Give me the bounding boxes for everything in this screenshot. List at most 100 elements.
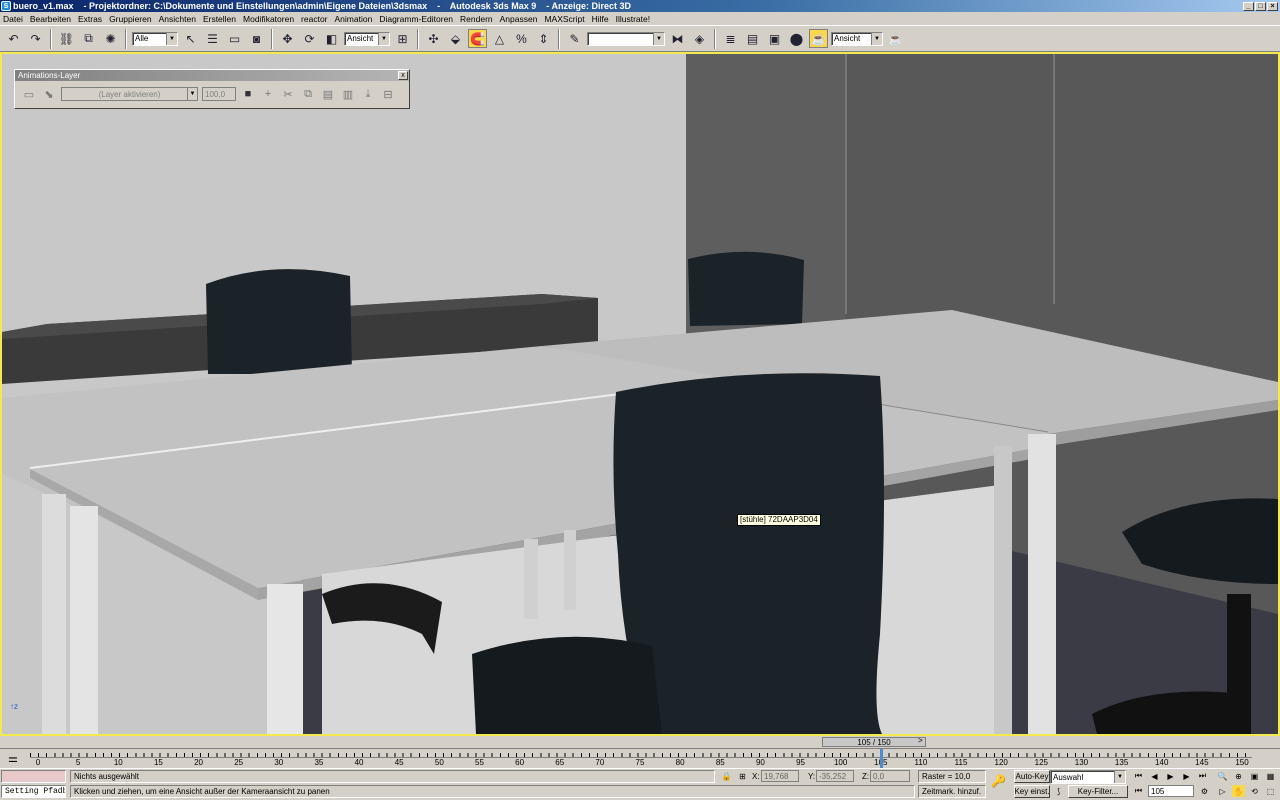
app-3ds-max-icon[interactable]: S [1,1,11,11]
named-selection-dropdown[interactable]: ▼ [587,31,665,46]
select-active-layer-icon[interactable]: ⬊ [41,86,57,102]
disable-layers-icon[interactable]: ⊟ [380,86,396,102]
menu-erstellen[interactable]: Erstellen [203,14,236,24]
menu-bearbeiten[interactable]: Bearbeiten [30,14,71,24]
current-frame-field[interactable]: 105 [1148,785,1194,797]
maxscript-listener-mini[interactable] [1,770,66,783]
render-scene-icon[interactable]: ☕ [809,29,828,48]
layer-weight-spinner[interactable]: 100,0 [202,87,236,101]
menu-rendern[interactable]: Rendern [460,14,493,24]
schematic-view-icon[interactable]: ▣ [765,29,784,48]
select-by-name-icon[interactable]: ☰ [203,29,222,48]
rotate-icon[interactable]: ⟳ [300,29,319,48]
collapse-layer-icon[interactable]: ⤓ [360,86,376,102]
enable-layers-icon[interactable]: ▭ [21,86,37,102]
pan-view-icon[interactable]: ✋ [1232,785,1245,797]
zoom-all-icon[interactable]: ⊕ [1232,770,1245,782]
spinner-snap-icon[interactable]: ⇕ [534,29,553,48]
curve-editor-icon[interactable]: ▤ [743,29,762,48]
x-coordinate-field[interactable]: 19,768 [761,770,799,782]
previous-frame-icon[interactable]: ◀ [1148,770,1161,782]
copy-layer-icon[interactable]: ⧉ [300,86,316,102]
rect-selection-icon[interactable]: ▭ [225,29,244,48]
paste-active-icon[interactable]: ▤ [320,86,336,102]
animation-layer-panel[interactable]: Animations-Layer x ▭ ⬊ (Layer aktivieren… [14,69,410,109]
angle-snap-icon[interactable]: △ [490,29,509,48]
edit-named-selection-icon[interactable]: ✎ [565,29,584,48]
add-layer-icon[interactable]: + [260,86,276,102]
render-view-dropdown[interactable]: Ansicht ▼ [831,31,883,46]
time-slider[interactable]: < 105 / 150 > [0,736,1280,748]
add-time-tag[interactable]: Zeitmark. hinzuf. [918,785,986,798]
animation-layer-header[interactable]: Animations-Layer x [15,70,409,81]
paste-new-icon[interactable]: ▥ [340,86,356,102]
arc-rotate-icon[interactable]: ⟲ [1248,785,1261,797]
select-object-icon[interactable]: ↖ [181,29,200,48]
play-icon[interactable]: ▶ [1164,770,1177,782]
layer-properties-icon[interactable]: ■ [240,86,256,102]
key-selection-set-dropdown[interactable]: Auswahl ▼ [1050,770,1126,784]
track-bar[interactable]: ⚌ 0 5 10 15 20 25 30 35 40 45 50 55 60 65 70 75 80 85 90 95… [0,748,1280,769]
go-to-start-icon[interactable]: ⏮ [1132,770,1145,782]
redo-icon[interactable]: ↷ [26,29,45,48]
zoom-extents-icon[interactable]: ▣ [1248,770,1261,782]
perspective-viewport[interactable]: ↑z [0,52,1280,736]
key-filters-button[interactable]: Key-Filter... [1068,785,1128,798]
menu-hilfe[interactable]: Hilfe [592,14,609,24]
bind-space-warp-icon[interactable]: ✺ [101,29,120,48]
manipulate-icon[interactable]: ✣ [424,29,443,48]
zoom-icon[interactable]: 🔍 [1216,770,1229,782]
mini-curve-editor-icon[interactable]: ⚌ [8,752,18,765]
menu-animation[interactable]: Animation [335,14,373,24]
scale-icon[interactable]: ◧ [322,29,341,48]
material-editor-icon[interactable]: ⬤ [787,29,806,48]
menu-gruppieren[interactable]: Gruppieren [109,14,152,24]
field-of-view-icon[interactable]: ▷ [1216,785,1229,797]
minimize-button[interactable]: _ [1243,1,1254,11]
menu-ansichten[interactable]: Ansichten [159,14,196,24]
y-coordinate-field[interactable]: -35,252 [816,770,854,782]
key-mode-toggle-icon[interactable]: ⏮ [1132,785,1145,797]
selection-filter-dropdown[interactable]: Alle ▼ [132,31,178,46]
snaps-toggle-icon[interactable]: 🧲 [468,29,487,48]
quick-render-teapot-icon[interactable]: ☕ [886,29,905,48]
z-coordinate-field[interactable]: 0,0 [870,770,910,782]
maximize-button[interactable]: □ [1255,1,1266,11]
set-key-button[interactable]: Key einst. [1014,785,1050,798]
select-and-link-icon[interactable]: ⛓ [57,29,76,48]
pivot-center-icon[interactable]: ⊞ [393,29,412,48]
menu-maxscript[interactable]: MAXScript [544,14,584,24]
menu-modifikatoren[interactable]: Modifikatoren [243,14,294,24]
key-mode-icon[interactable]: 🔑 [991,774,1006,788]
menu-diagramm-editoren[interactable]: Diagramm-Editoren [379,14,453,24]
close-button[interactable]: × [1267,1,1278,11]
menu-reactor[interactable]: reactor [301,14,327,24]
lock-selection-icon[interactable]: 🔒 [720,770,733,782]
menu-datei[interactable]: Datei [3,14,23,24]
layer-manager-icon[interactable]: ≣ [721,29,740,48]
move-icon[interactable]: ✥ [278,29,297,48]
maximize-viewport-icon[interactable]: ⬚ [1264,785,1277,797]
zoom-extents-all-icon[interactable]: ▦ [1264,770,1277,782]
reference-coord-dropdown[interactable]: Ansicht ▼ [344,31,390,46]
keyboard-shortcut-icon[interactable]: ⬙ [446,29,465,48]
layer-combo[interactable]: (Layer aktivieren) ▼ [61,87,198,101]
set-key-icon[interactable]: ⟆ [1052,785,1065,797]
auto-key-button[interactable]: Auto-Key [1014,770,1050,783]
align-icon[interactable]: ◈ [690,29,709,48]
unlink-icon[interactable]: ⧉ [79,29,98,48]
next-frame-icon[interactable]: ▶ [1180,770,1193,782]
menu-extras[interactable]: Extras [78,14,102,24]
time-config-icon[interactable]: ⚙ [1198,785,1211,797]
absolute-mode-icon[interactable]: ⊞ [736,770,749,782]
close-icon[interactable]: x [398,71,408,80]
percent-snap-icon[interactable]: % [512,29,531,48]
delete-layer-icon[interactable]: ✂ [280,86,296,102]
time-slider-thumb[interactable]: 105 / 150 [822,737,926,747]
maxscript-output-mini[interactable]: Setting Pfadb [1,785,66,798]
trackbar-frame-cursor[interactable] [879,749,883,769]
window-crossing-icon[interactable]: ◙ [247,29,266,48]
menu-illustrate[interactable]: Illustrate! [616,14,651,24]
go-to-end-icon[interactable]: ⏭ [1196,770,1209,782]
time-slider-next[interactable]: > [918,736,923,745]
